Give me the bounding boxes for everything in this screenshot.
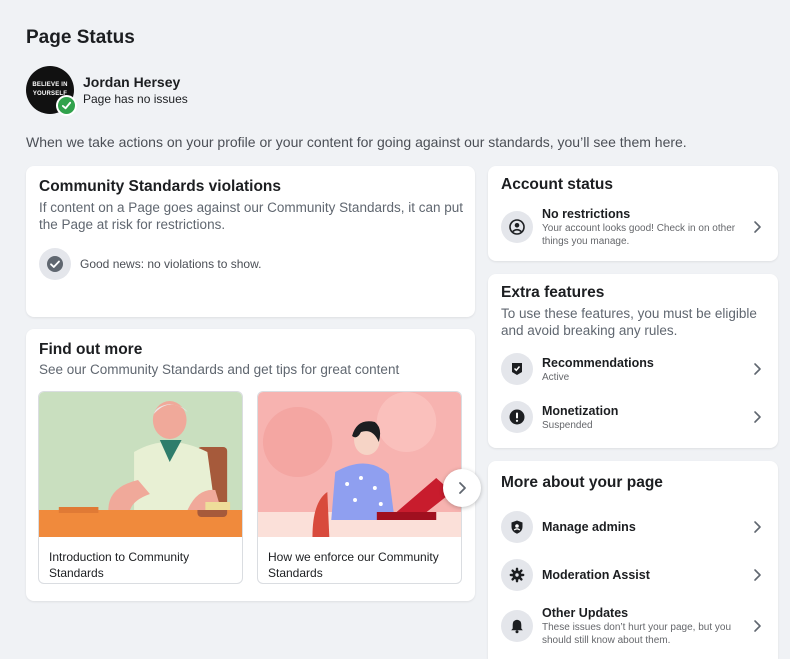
intro-text: When we take actions on your profile or … xyxy=(26,134,687,150)
chevron-right-icon xyxy=(754,569,761,581)
moderation-assist-row[interactable]: Moderation Assist xyxy=(501,559,765,591)
find-out-more-title: Find out more xyxy=(39,341,143,358)
violations-description: If content on a Page goes against our Co… xyxy=(39,200,464,232)
check-badge-icon xyxy=(56,95,77,116)
find-out-more-card: Find out more See our Community Standard… xyxy=(26,329,475,601)
no-restrictions-subtitle: Your account looks good! Check in on oth… xyxy=(542,223,736,247)
recommendations-title: Recommendations xyxy=(542,355,654,370)
extra-features-description: To use these features, you must be eligi… xyxy=(501,306,757,338)
user-circle-icon xyxy=(501,211,533,243)
violations-title: Community Standards violations xyxy=(39,178,282,195)
carousel-next-button[interactable] xyxy=(443,469,481,507)
moderation-assist-title: Moderation Assist xyxy=(542,568,650,582)
manage-admins-row[interactable]: Manage admins xyxy=(501,511,765,543)
more-about-title: More about your page xyxy=(501,474,663,491)
page-title: Page Status xyxy=(26,27,135,48)
manage-admins-title: Manage admins xyxy=(542,520,636,534)
chevron-right-icon xyxy=(754,620,761,632)
other-updates-row[interactable]: Other Updates These issues don’t hurt yo… xyxy=(501,605,765,647)
good-news-text: Good news: no violations to show. xyxy=(80,257,262,271)
tile-enforcement-label: How we enforce our Community Standards xyxy=(268,550,439,580)
recommendations-icon xyxy=(501,353,533,385)
no-restrictions-row[interactable]: No restrictions Your account looks good!… xyxy=(501,206,765,248)
recommendations-status: Active xyxy=(542,371,570,383)
monetization-status: Suspended xyxy=(542,419,593,431)
chevron-right-icon xyxy=(754,521,761,533)
chevron-right-icon xyxy=(459,482,466,494)
account-status-title: Account status xyxy=(501,176,613,193)
profile-status: Page has no issues xyxy=(83,92,188,106)
avatar[interactable]: BELIEVE IN YOURSELF xyxy=(26,66,77,116)
profile-name[interactable]: Jordan Hersey xyxy=(83,73,188,91)
profile-header: BELIEVE IN YOURSELF Jordan Hersey Page h… xyxy=(26,66,188,116)
account-status-card: Account status No restrictions Your acco… xyxy=(488,166,778,261)
chevron-right-icon xyxy=(754,221,761,233)
tile-introduction-label: Introduction to Community Standards xyxy=(49,550,190,580)
find-out-more-description: See our Community Standards and get tips… xyxy=(39,362,400,377)
tile-enforcement[interactable]: How we enforce our Community Standards xyxy=(257,391,462,584)
extra-features-card: Extra features To use these features, yo… xyxy=(488,274,778,448)
alert-icon xyxy=(501,401,533,433)
monetization-title: Monetization xyxy=(542,403,619,418)
tile-illustration-woman xyxy=(258,392,461,537)
chevron-right-icon xyxy=(754,363,761,375)
avatar-text-line1: BELIEVE IN xyxy=(32,82,68,88)
tile-introduction[interactable]: Introduction to Community Standards xyxy=(38,391,243,584)
tile-illustration-man xyxy=(39,392,242,537)
more-about-card: More about your page Manage admins Moder… xyxy=(488,461,778,659)
extra-features-title: Extra features xyxy=(501,284,605,301)
chevron-right-icon xyxy=(754,411,761,423)
shield-icon xyxy=(501,511,533,543)
gear-icon xyxy=(501,559,533,591)
bell-icon xyxy=(501,610,533,642)
no-restrictions-title: No restrictions xyxy=(542,207,631,221)
other-updates-subtitle: These issues don’t hurt your page, but y… xyxy=(542,622,732,646)
violations-card: Community Standards violations If conten… xyxy=(26,166,475,317)
recommendations-row[interactable]: Recommendations Active xyxy=(501,353,765,385)
monetization-row[interactable]: Monetization Suspended xyxy=(501,401,765,433)
check-circle-icon xyxy=(39,248,71,280)
other-updates-title: Other Updates xyxy=(542,606,629,620)
